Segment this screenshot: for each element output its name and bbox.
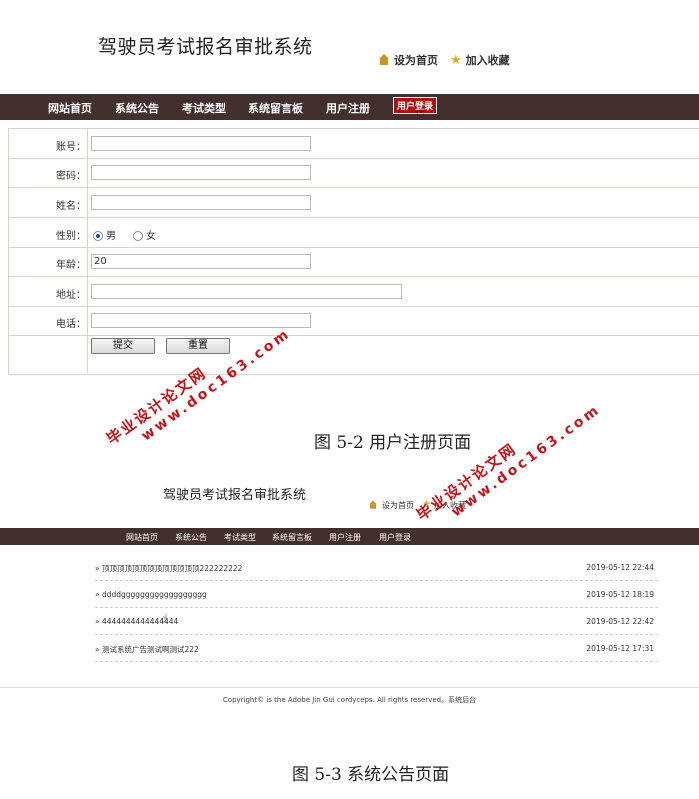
form-row-account: 账号： [9,129,699,159]
form-row-phone: 电话： [9,307,699,336]
nav-home[interactable]: 网站首页 [48,100,92,116]
notice-date: 2019-05-12 22:44 [586,563,654,572]
set-home-label-2: 设为首页 [382,500,414,510]
nav-login[interactable]: 用户登录 [393,97,438,114]
set-home-link[interactable]: 设为首页 [378,52,438,68]
add-favorite-label: 加入收藏 [465,54,510,67]
form-row-gender: 性别： 男 女 [9,218,699,248]
gender-female-option[interactable]: 女 [133,227,156,242]
notice-title[interactable]: ddddgggggggggggggggggg [102,590,207,599]
form-row-buttons: 提交 重置 [9,336,699,373]
add-favorite-link[interactable]: ★ 加入收藏 [450,52,510,68]
site-title-2: 驾驶员考试报名审批系统 [163,488,307,503]
nav-message-board[interactable]: 系统留言板 [248,100,303,116]
gender-label: 性别： [56,231,86,242]
set-home-label: 设为首页 [394,54,438,67]
address-label: 地址： [56,290,86,301]
nav-register[interactable]: 用户注册 [326,100,370,116]
nav-home-2[interactable]: 网站首页 [126,532,158,543]
nav-notices[interactable]: 系统公告 [115,100,159,116]
hand-cursor-icon: ☝ [416,105,425,121]
password-input[interactable] [91,165,311,180]
watermark: 毕业设计论文网 www.doc163.com [412,384,604,537]
notice-item[interactable]: » 4444444444444444 2019-05-12 22:42 [95,608,658,635]
notice-title[interactable]: 顶顶顶顶顶顶顶顶顶顶顶顶顶222222222 [102,564,242,573]
notice-item[interactable]: » 测试系统广告测试啊测试222 2019-05-12 17:31 [95,635,658,662]
bullet-icon: » [95,590,100,599]
account-label: 账号： [56,142,86,153]
site-title: 驾驶员考试报名审批系统 [98,36,313,58]
account-input[interactable] [91,136,311,151]
form-row-address: 地址： [9,277,699,307]
notice-date: 2019-05-12 17:31 [586,644,654,653]
main-nav-2: 网站首页 系统公告 考试类型 系统留言板 用户注册 用户登录 [0,528,699,545]
notice-item[interactable]: » 顶顶顶顶顶顶顶顶顶顶顶顶顶222222222 2019-05-12 22:4… [95,554,658,581]
figure-caption-5-3: 图 5-3 系统公告页面 [292,765,450,785]
gender-female-label: 女 [146,231,156,242]
home-icon [378,54,390,66]
nav-register-2[interactable]: 用户注册 [329,532,361,543]
notice-title[interactable]: 测试系统广告测试啊测试222 [102,645,199,654]
figure-caption-5-2: 图 5-2 用户注册页面 [314,433,472,453]
nav-notices-2[interactable]: 系统公告 [175,532,207,543]
nav-login-2[interactable]: 用户登录 [379,532,411,543]
phone-label: 电话： [56,319,86,330]
age-label: 年龄： [56,260,86,271]
register-form: 账号： 密码： 姓名： 性别： 男 女 年龄： 20 地址： 电话： 提交 重置 [8,128,699,375]
footer-divider [0,687,699,688]
footer-copyright: Copyright© is the Adobe Jin Gui cordycep… [222,696,477,704]
watermark-line1: 毕业设计论文网 [413,439,521,525]
notice-date: 2019-05-12 22:42 [586,617,654,626]
nav-exam-types-2[interactable]: 考试类型 [224,532,256,543]
gender-male-radio[interactable] [93,231,103,241]
set-home-link-2[interactable]: 设为首页 [367,499,414,511]
top-links: 设为首页 ★ 加入收藏 [378,52,510,68]
home-icon [369,500,378,510]
nav-message-board-2[interactable]: 系统留言板 [272,532,312,543]
name-input[interactable] [91,195,311,210]
name-label: 姓名： [56,201,86,212]
main-nav: 网站首页 系统公告 考试类型 系统留言板 用户注册 用户登录 [0,94,699,120]
nav-exam-types[interactable]: 考试类型 [182,100,226,116]
form-row-age: 年龄： 20 [9,248,699,277]
gender-female-radio[interactable] [133,231,143,241]
password-label: 密码： [56,171,86,182]
hand-cursor-icon: ☝ [161,612,168,625]
bullet-icon: » [95,645,100,654]
watermark-line2: www.doc163.com [448,401,604,521]
form-row-password: 密码： [9,159,699,188]
submit-button[interactable]: 提交 [91,338,155,354]
address-input[interactable] [91,284,402,299]
notice-item[interactable]: » ddddgggggggggggggggggg 2019-05-12 18:1… [95,581,658,608]
bullet-icon: » [95,564,100,573]
form-row-name: 姓名： [9,188,699,218]
bullet-icon: » [95,617,100,626]
notice-date: 2019-05-12 18:19 [586,590,654,599]
age-input[interactable]: 20 [91,254,311,269]
gender-male-option[interactable]: 男 [93,227,116,242]
gender-male-label: 男 [106,231,116,242]
star-icon: ★ [450,52,462,68]
